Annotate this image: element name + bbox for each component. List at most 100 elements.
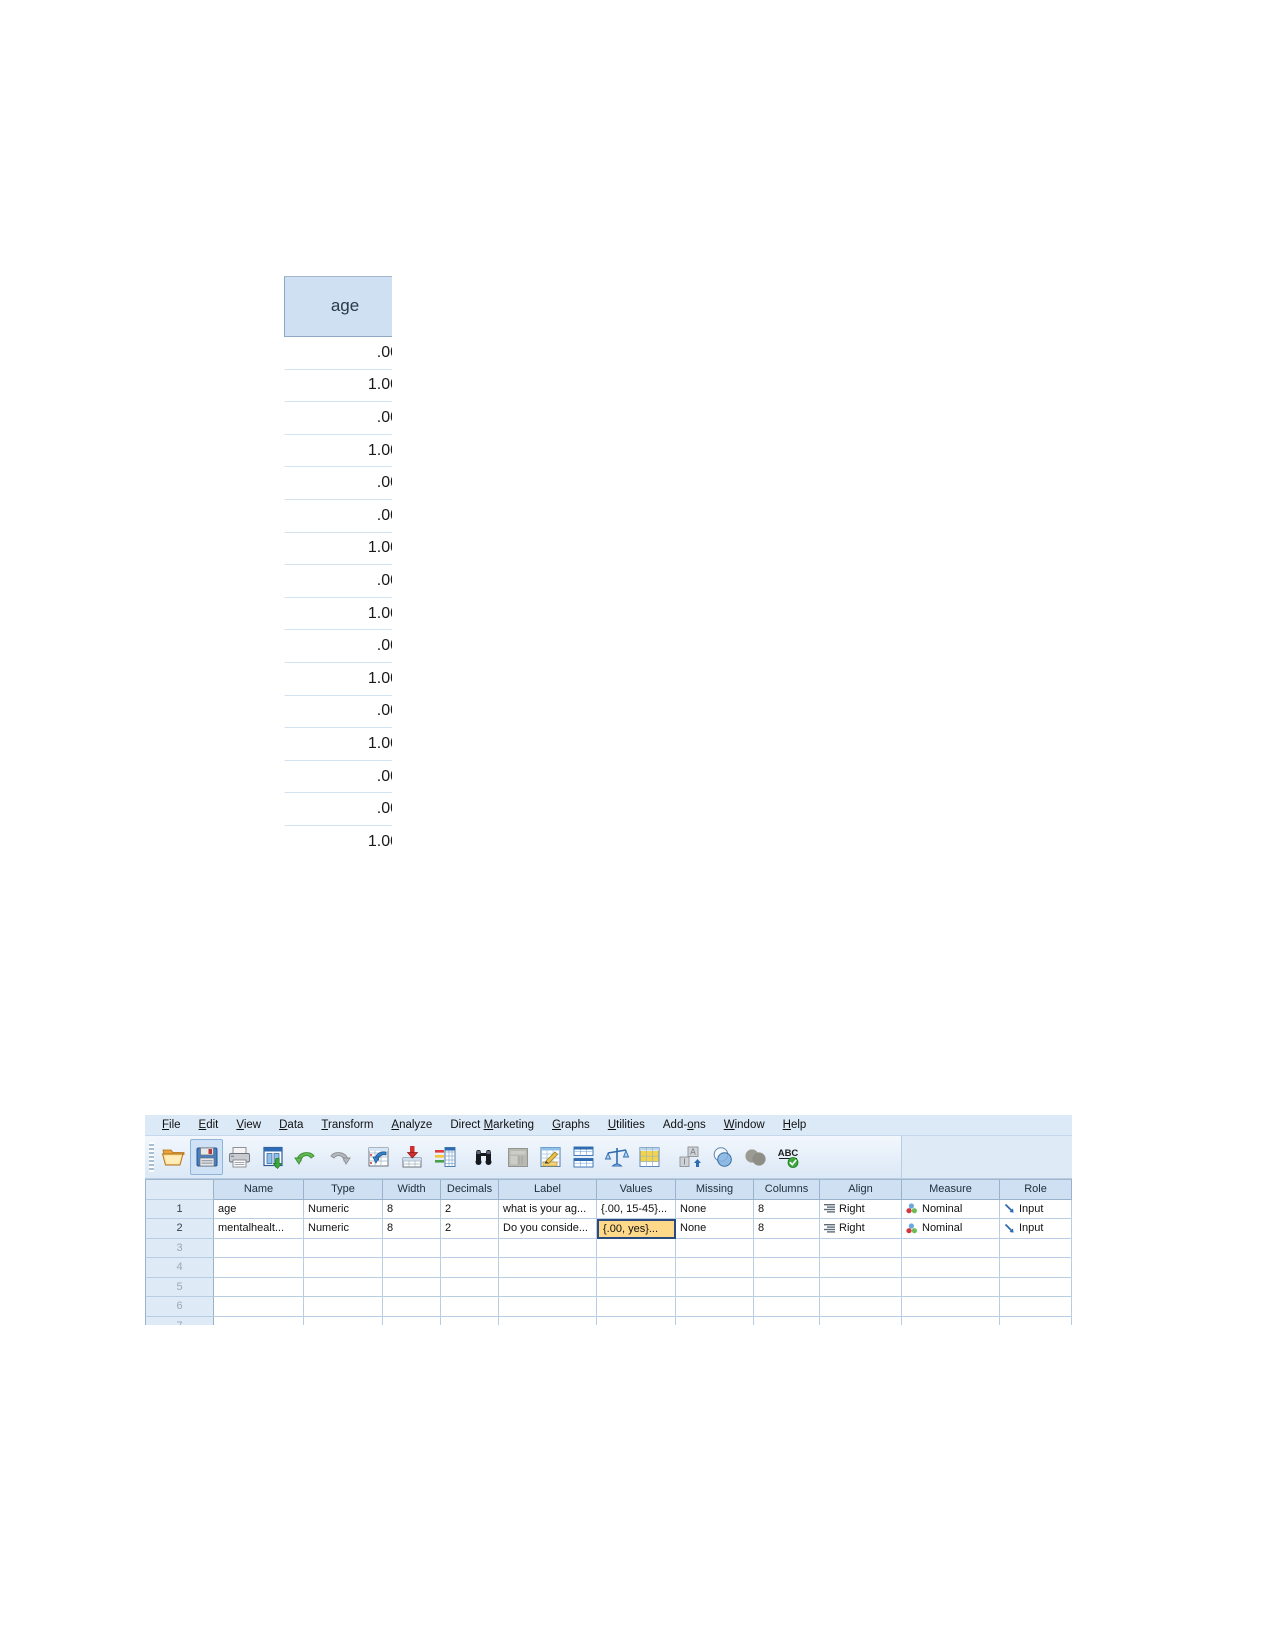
cell-age[interactable]: 1.00 [284, 728, 392, 761]
cell-role[interactable] [1000, 1297, 1072, 1317]
data-view-row[interactable]: 1.001.00 [284, 825, 392, 856]
data-view-row[interactable]: 1.00.00 [284, 369, 392, 403]
cell-role[interactable] [1000, 1258, 1072, 1278]
cell-measure[interactable] [902, 1258, 1000, 1278]
col-header-width[interactable]: Width [383, 1180, 441, 1200]
variables-icon[interactable] [428, 1139, 461, 1175]
cell-columns[interactable]: 8 [754, 1219, 820, 1239]
cell-age[interactable]: .00 [284, 793, 392, 826]
goto-case-icon[interactable] [362, 1139, 395, 1175]
row-number[interactable]: 7 [145, 1316, 214, 1325]
data-view-row[interactable]: .00.00 [284, 695, 392, 729]
cell-decimals[interactable] [441, 1238, 499, 1258]
cell-align[interactable] [820, 1297, 902, 1317]
insert-variable-icon[interactable] [534, 1139, 567, 1175]
col-header-values[interactable]: Values [597, 1180, 676, 1200]
cell-measure[interactable]: Nominal [902, 1199, 1000, 1219]
cell-age[interactable]: .00 [284, 499, 392, 533]
cell-age[interactable]: .00 [284, 337, 392, 370]
menu-item-transform[interactable]: Transform [312, 1115, 382, 1135]
find-icon[interactable] [468, 1139, 501, 1175]
data-view-row[interactable]: .00.00 [284, 793, 392, 826]
cell-columns[interactable] [754, 1297, 820, 1317]
variable-row[interactable]: 1 age Numeric 8 2 what is your ag... {.00, 15-… [145, 1199, 1072, 1219]
variable-view-grid[interactable]: Name Type Width Decimals Label Values Mi… [145, 1179, 1072, 1325]
split-file-icon[interactable] [567, 1139, 600, 1175]
cell-decimals[interactable]: 2 [441, 1199, 499, 1219]
cell-values[interactable] [597, 1238, 676, 1258]
cell-role[interactable] [1000, 1316, 1072, 1325]
col-header-decimals[interactable]: Decimals [441, 1180, 499, 1200]
cell-values[interactable]: {.00, yes}... [597, 1219, 676, 1239]
cell-measure[interactable] [902, 1277, 1000, 1297]
cell-role[interactable]: Input [1000, 1219, 1072, 1239]
menu-item-direct-marketing[interactable]: Direct Marketing [441, 1115, 543, 1135]
col-header-align[interactable]: Align [820, 1180, 902, 1200]
cell-age[interactable]: 1.00 [284, 532, 392, 566]
row-number[interactable]: 6 [145, 1297, 214, 1317]
cell-values[interactable] [597, 1316, 676, 1325]
cell-name[interactable] [214, 1258, 304, 1278]
menu-item-edit[interactable]: Edit [190, 1115, 228, 1135]
cell-columns[interactable] [754, 1258, 820, 1278]
variable-row-empty[interactable]: 6 [145, 1297, 1072, 1317]
cell-width[interactable] [383, 1258, 441, 1278]
row-number[interactable]: 1 [145, 1199, 214, 1219]
menu-item-window[interactable]: Window [715, 1115, 774, 1135]
cell-width[interactable]: 8 [383, 1219, 441, 1239]
cell-columns[interactable] [754, 1238, 820, 1258]
redo-icon[interactable] [322, 1139, 355, 1175]
cell-decimals[interactable] [441, 1316, 499, 1325]
cell-decimals[interactable] [441, 1297, 499, 1317]
cell-align[interactable] [820, 1316, 902, 1325]
data-view-row[interactable]: 1.001.00 [284, 728, 392, 761]
cell-align[interactable] [820, 1238, 902, 1258]
cell-missing[interactable]: None [676, 1219, 754, 1239]
recall-dialogs-icon[interactable] [256, 1139, 289, 1175]
variable-row-empty[interactable]: 4 [145, 1258, 1072, 1278]
menu-item-file[interactable]: File [153, 1115, 190, 1135]
cell-measure[interactable] [902, 1316, 1000, 1325]
cell-values[interactable] [597, 1258, 676, 1278]
cell-columns[interactable] [754, 1316, 820, 1325]
cell-role[interactable] [1000, 1238, 1072, 1258]
row-number[interactable]: 3 [145, 1238, 214, 1258]
cell-columns[interactable] [754, 1277, 820, 1297]
cell-role[interactable]: Input [1000, 1199, 1072, 1219]
toolbar-grip[interactable] [149, 1142, 154, 1172]
menu-item-add-ons[interactable]: Add-ons [654, 1115, 715, 1135]
col-header-columns[interactable]: Columns [754, 1180, 820, 1200]
select-cases-icon[interactable] [633, 1139, 666, 1175]
data-view-row[interactable]: 1.001.00 [284, 597, 392, 631]
undo-icon[interactable] [289, 1139, 322, 1175]
cell-label[interactable] [499, 1297, 597, 1317]
col-header-missing[interactable]: Missing [676, 1180, 754, 1200]
data-view-row[interactable]: .00.00 [284, 760, 392, 794]
cell-width[interactable] [383, 1297, 441, 1317]
cell-label[interactable]: what is your ag... [499, 1199, 597, 1219]
cell-label[interactable]: Do you conside... [499, 1219, 597, 1239]
cell-width[interactable] [383, 1277, 441, 1297]
data-view-row[interactable]: .00.00 [284, 499, 392, 533]
data-view-row[interactable]: .00.00 [284, 467, 392, 500]
cell-age[interactable]: 1.00 [284, 597, 392, 631]
cell-values[interactable] [597, 1297, 676, 1317]
weight-cases-icon[interactable] [600, 1139, 633, 1175]
cell-age[interactable]: 1.00 [284, 369, 392, 403]
cell-missing[interactable]: None [676, 1199, 754, 1219]
cell-name[interactable] [214, 1316, 304, 1325]
cell-age[interactable]: .00 [284, 467, 392, 500]
cell-values[interactable] [597, 1277, 676, 1297]
cell-width[interactable] [383, 1238, 441, 1258]
cell-decimals[interactable] [441, 1258, 499, 1278]
cell-label[interactable] [499, 1258, 597, 1278]
cell-type[interactable] [304, 1238, 383, 1258]
data-view-row[interactable]: .001.00 [284, 630, 392, 663]
col-header-label[interactable]: Label [499, 1180, 597, 1200]
row-number[interactable]: 2 [145, 1219, 214, 1239]
cell-name[interactable]: mentalhealt... [214, 1219, 304, 1239]
cell-type[interactable] [304, 1316, 383, 1325]
data-view-row[interactable]: .001.00 [284, 402, 392, 435]
variable-row[interactable]: 2 mentalhealt... Numeric 8 2 Do you conside..… [145, 1219, 1072, 1239]
cell-missing[interactable] [676, 1258, 754, 1278]
